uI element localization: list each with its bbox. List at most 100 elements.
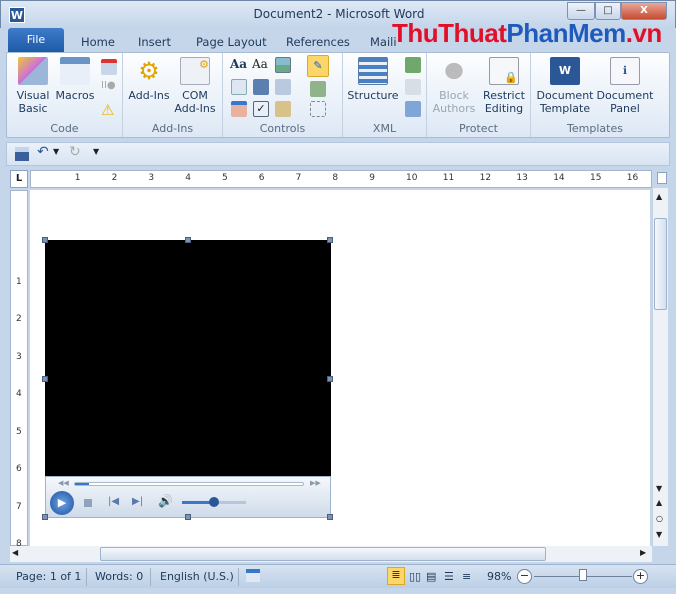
volume-slider[interactable] (182, 497, 246, 507)
fast-forward-icon[interactable]: ▶▶ (310, 479, 321, 487)
checkbox-icon[interactable]: ✓ (253, 101, 269, 117)
picture-control-icon[interactable] (275, 57, 291, 73)
stop-icon[interactable] (84, 499, 92, 507)
ruler-number: 4 (16, 389, 22, 399)
scroll-down-icon[interactable]: ▼ (656, 484, 662, 493)
save-icon[interactable] (15, 147, 29, 161)
group-label: Protect (459, 122, 498, 135)
media-player-video[interactable] (45, 240, 331, 476)
scroll-right-icon[interactable]: ▶ (640, 548, 646, 557)
redo-icon[interactable]: ↻ (69, 144, 81, 160)
tab-insert[interactable]: Insert (138, 32, 171, 52)
macros-button[interactable]: Macros (55, 57, 95, 102)
scroll-thumb[interactable] (654, 218, 667, 310)
page-count[interactable]: Page: 1 of 1 (16, 570, 81, 583)
expansion-packs-icon[interactable] (405, 101, 421, 117)
resize-handle[interactable] (327, 376, 333, 382)
group-label: XML (372, 122, 397, 135)
macro-security-icon[interactable]: ⚠ (101, 101, 114, 119)
lock-icon: 🔒 (489, 57, 519, 85)
volume-icon[interactable]: 🔊 (158, 494, 173, 508)
schema-icon[interactable] (405, 57, 421, 73)
visual-basic-button[interactable]: Visual Basic (11, 57, 55, 115)
undo-dropdown-icon[interactable]: ▼ (53, 147, 59, 156)
vertical-ruler[interactable]: 12345678 (10, 190, 28, 549)
outline-icon[interactable]: ☰ (444, 570, 454, 583)
design-mode-icon[interactable]: ✎ (307, 55, 329, 77)
record-macro-icon[interactable] (101, 59, 117, 75)
horizontal-ruler[interactable]: 1 2 3 4 5 6 7 8 9 10 11 12 13 14 15 16 (30, 170, 652, 188)
transformation-icon[interactable] (405, 79, 421, 95)
language[interactable]: English (U.S.) (160, 570, 234, 583)
view-ruler-icon[interactable] (657, 172, 667, 184)
dropdown-list-icon[interactable] (275, 79, 291, 95)
label: Visual Basic (16, 89, 50, 115)
zoom-level[interactable]: 98% (487, 570, 511, 583)
customize-qat-icon[interactable]: ▼ (93, 147, 99, 156)
zoom-in-button[interactable]: + (633, 569, 648, 584)
previous-icon[interactable]: |◀ (108, 496, 119, 507)
pause-recording-icon[interactable]: II● (101, 80, 117, 96)
group-label: Templates (567, 122, 623, 135)
resize-handle[interactable] (185, 237, 191, 243)
play-button[interactable]: ▶ (50, 491, 74, 515)
next-page-icon[interactable]: ▼ (656, 530, 662, 539)
web-layout-icon[interactable]: ▤ (426, 570, 436, 583)
resize-handle[interactable] (42, 237, 48, 243)
zoom-out-button[interactable]: − (517, 569, 532, 584)
building-block-icon[interactable] (231, 79, 247, 95)
block-authors-button[interactable]: Block Authors (431, 57, 477, 115)
ruler-number: 7 (16, 501, 22, 512)
tab-references[interactable]: References (286, 32, 350, 52)
print-layout-icon[interactable]: ≣ (387, 567, 405, 585)
ruler-number: 13 (516, 173, 528, 183)
structure-button[interactable]: Structure (347, 57, 399, 102)
combo-box-icon[interactable] (253, 79, 269, 95)
resize-handle[interactable] (42, 514, 48, 520)
ribbon: Visual Basic Macros II● ⚠ Code ⚙ Add-Ins … (6, 52, 670, 138)
zoom-slider-thumb[interactable] (578, 569, 587, 581)
word-count[interactable]: Words: 0 (95, 570, 143, 583)
ruler-number: 4 (185, 173, 191, 183)
tab-selector[interactable]: L (10, 170, 28, 188)
vertical-scrollbar[interactable]: ▲ ▼ ▲ ○ ▼ (652, 188, 668, 546)
ruler-number: 11 (442, 173, 455, 183)
restrict-editing-button[interactable]: 🔒 Restrict Editing (481, 57, 527, 115)
scroll-thumb[interactable] (100, 547, 546, 561)
properties-icon[interactable] (310, 81, 326, 97)
select-browse-object-icon[interactable]: ○ (656, 514, 663, 523)
plain-text-control[interactable]: Aa (252, 57, 268, 71)
date-picker-icon[interactable] (231, 101, 247, 117)
resize-handle[interactable] (185, 514, 191, 520)
horizontal-scrollbar[interactable]: ◀ ▶ (10, 546, 652, 562)
ruler-number: 7 (295, 173, 302, 183)
ruler-number: 5 (16, 426, 22, 437)
previous-page-icon[interactable]: ▲ (656, 498, 662, 507)
scroll-left-icon[interactable]: ◀ (12, 548, 18, 557)
addins-button[interactable]: ⚙ Add-Ins (127, 57, 171, 102)
tab-file[interactable]: File (8, 28, 64, 52)
ruler-number: 6 (258, 173, 265, 183)
document-panel-button[interactable]: ℹ Document Panel (595, 57, 655, 115)
tab-page-layout[interactable]: Page Layout (196, 32, 267, 52)
com-addins-button[interactable]: ⚙ COM Add-Ins (173, 57, 217, 115)
tab-home[interactable]: Home (81, 32, 115, 52)
structure-icon (358, 57, 388, 85)
rewind-icon[interactable]: ◀◀ (58, 479, 69, 487)
group-icon[interactable] (310, 101, 326, 117)
resize-handle[interactable] (327, 514, 333, 520)
macro-record-icon[interactable] (246, 569, 260, 582)
resize-handle[interactable] (42, 376, 48, 382)
group-xml: Structure XML (343, 53, 427, 137)
document-template-button[interactable]: W Document Template (535, 57, 595, 115)
legacy-tools-icon[interactable] (275, 101, 291, 117)
scroll-up-icon[interactable]: ▲ (656, 192, 662, 201)
full-screen-reading-icon[interactable]: ▯▯ (409, 570, 421, 583)
info-icon: ℹ (610, 57, 640, 85)
resize-handle[interactable] (327, 237, 333, 243)
next-icon[interactable]: ▶| (132, 496, 143, 507)
draft-icon[interactable]: ≡ (462, 570, 471, 583)
rich-text-control[interactable]: Aa (230, 57, 247, 71)
seek-bar[interactable] (74, 482, 304, 486)
undo-icon[interactable]: ↶ (37, 144, 49, 160)
